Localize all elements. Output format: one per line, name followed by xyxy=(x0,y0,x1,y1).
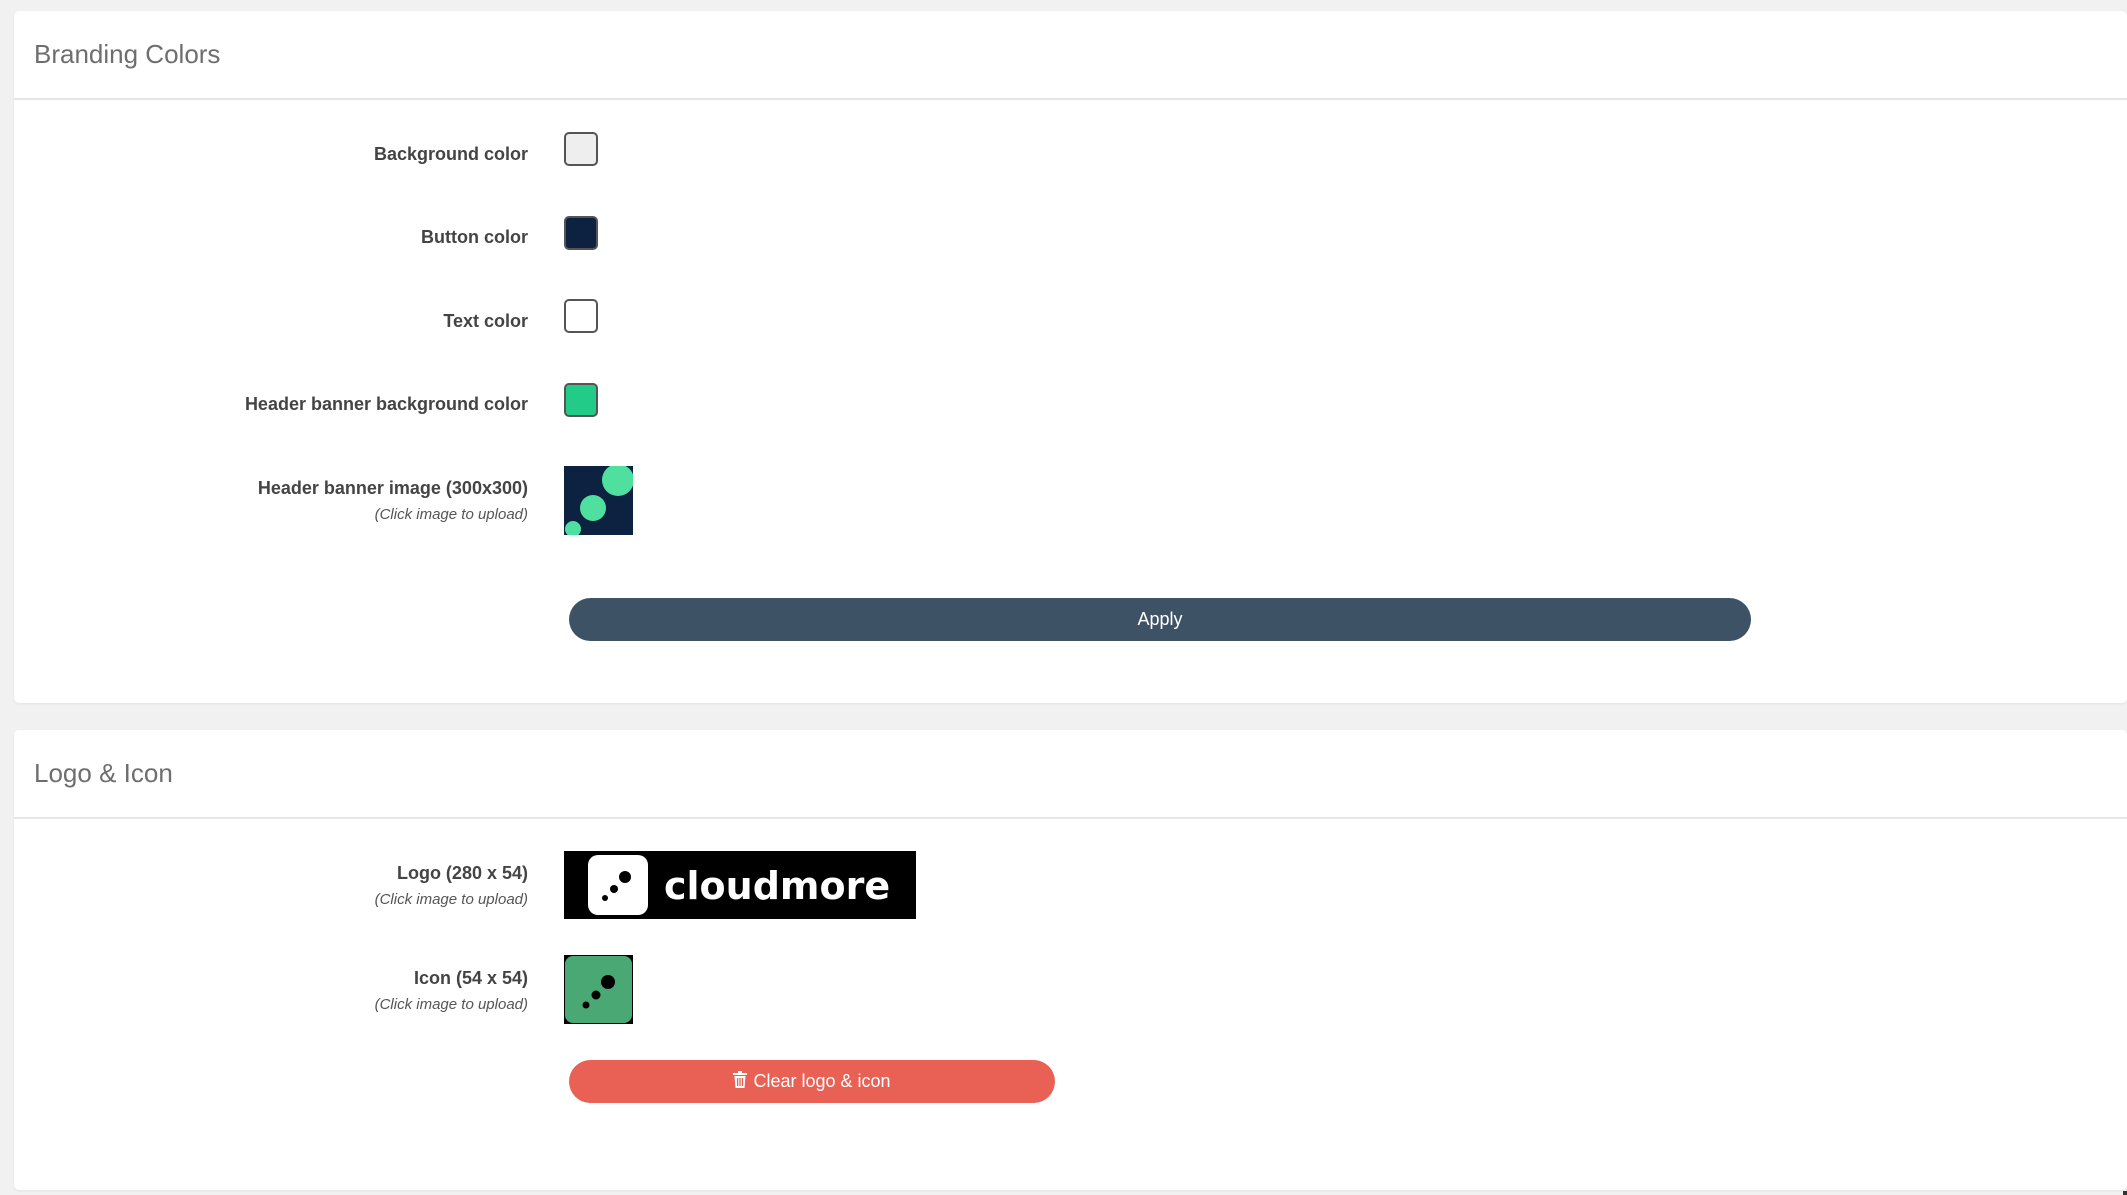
branding-colors-panel: Branding Colors Background color Button … xyxy=(14,11,2127,703)
background-color-swatch[interactable] xyxy=(564,132,598,166)
header-banner-image-upload[interactable] xyxy=(564,466,633,535)
logo-hint: (Click image to upload) xyxy=(374,891,528,908)
background-color-label: Background color xyxy=(373,144,528,164)
button-color-label: Button color xyxy=(421,227,528,247)
cloudmore-logo: cloudmore xyxy=(564,851,916,919)
cloudmore-icon xyxy=(564,955,633,1024)
apply-button[interactable]: Apply xyxy=(569,598,1751,641)
text-color-label: Text color xyxy=(443,311,528,331)
header-banner-image-hint: (Click image to upload) xyxy=(374,506,528,523)
header-banner-background-color-label: Header banner background color xyxy=(244,394,528,414)
logo-icon-title: Logo & Icon xyxy=(34,758,173,788)
header-banner-image xyxy=(564,466,633,535)
trash-icon xyxy=(733,1070,748,1093)
button-color-swatch[interactable] xyxy=(564,216,598,250)
panel-header: Branding Colors xyxy=(14,11,2127,100)
header-banner-image-label: Header banner image (300x300) xyxy=(257,478,528,498)
logo-upload[interactable]: cloudmore xyxy=(564,851,916,919)
clear-logo-icon-label: Clear logo & icon xyxy=(753,1071,891,1091)
clear-logo-icon-button[interactable]: Clear logo & icon xyxy=(569,1060,1055,1103)
icon-label: Icon (54 x 54) xyxy=(413,968,528,988)
scroll-corner xyxy=(2123,1191,2127,1195)
header-banner-background-color-swatch[interactable] xyxy=(564,383,598,417)
text-color-swatch[interactable] xyxy=(564,299,598,333)
branding-colors-title: Branding Colors xyxy=(34,39,221,69)
logo-text: cloudmore xyxy=(664,864,890,908)
panel-header: Logo & Icon xyxy=(14,730,2127,819)
icon-upload[interactable] xyxy=(564,955,633,1024)
logo-icon-panel: Logo & Icon Logo (280 x 54) (Click image… xyxy=(14,730,2127,1190)
logo-label: Logo (280 x 54) xyxy=(396,863,528,883)
icon-hint: (Click image to upload) xyxy=(374,996,528,1013)
